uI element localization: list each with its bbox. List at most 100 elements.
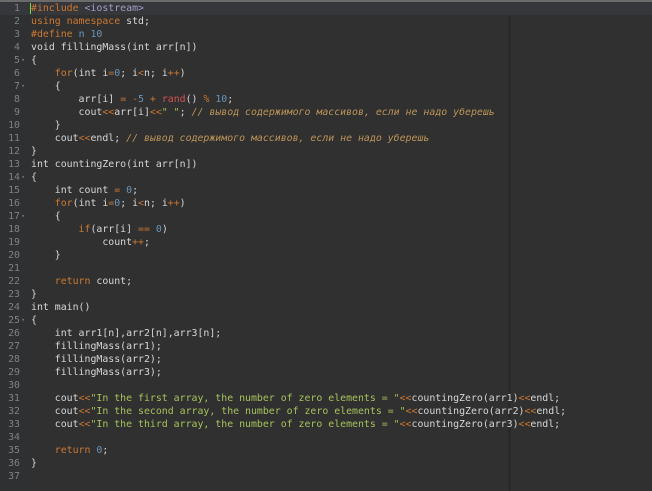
code-line[interactable]: 11 cout<<endl; // вывод содержимого масс…: [0, 132, 652, 145]
code-line[interactable]: 18 if(arr[i] == 0): [0, 223, 652, 236]
fold-arrow-icon[interactable]: ▾: [21, 314, 25, 327]
code-token: ++: [167, 198, 180, 209]
line-number: 6: [14, 68, 20, 79]
code-line[interactable]: 6 for(int i=0; i<n; i++): [0, 67, 652, 80]
code-token: countingZero(arr2): [417, 406, 525, 417]
code-token: +: [143, 94, 162, 105]
line-number: 12: [8, 146, 20, 157]
code-token: rand: [161, 94, 186, 105]
code-token: int arr1[n],arr2[n],arr3[n];: [31, 328, 222, 339]
code-token: =: [114, 185, 127, 196]
code-line[interactable]: 36}: [0, 457, 652, 470]
code-line[interactable]: 3 #define n 10: [0, 28, 652, 41]
code-line[interactable]: 16 for(int i=0; i<n; i++): [0, 197, 652, 210]
code-line[interactable]: 14 ▾ {: [0, 171, 652, 184]
code-line[interactable]: 17 ▾ {: [0, 210, 652, 223]
code-token: ;: [132, 185, 139, 196]
code-token: }: [31, 250, 61, 261]
line-number: 5: [14, 55, 20, 66]
code-line[interactable]: 24 int main(): [0, 301, 652, 314]
line-number: 37: [8, 471, 20, 482]
line-number: 35: [8, 445, 20, 456]
fold-arrow-icon[interactable]: ▾: [21, 171, 25, 184]
code-token: // вывод содержимого массивов, если не н…: [126, 133, 430, 144]
code-line[interactable]: 23}: [0, 288, 652, 301]
code-text: return 0;: [31, 444, 109, 457]
line-number: 18: [8, 224, 20, 235]
code-token: return: [31, 445, 97, 456]
code-text: }: [31, 119, 61, 132]
code-line[interactable]: 12}: [0, 145, 652, 158]
code-text: int countingZero(int arr[n]): [31, 158, 197, 171]
code-line[interactable]: 22 return count;: [0, 275, 652, 288]
code-line[interactable]: 21: [0, 262, 652, 275]
code-token: countingZero(arr3): [411, 419, 519, 430]
code-text: cout<<"In the third array, the number of…: [31, 418, 560, 431]
code-text: {: [31, 171, 37, 184]
code-token: <<: [399, 419, 412, 430]
line-number: 3: [14, 29, 20, 40]
code-token: n; i: [144, 68, 168, 79]
line-number: 24: [8, 302, 20, 313]
code-line[interactable]: 34: [0, 431, 652, 444]
code-line[interactable]: 4 void fillingMass(int arr[n]): [0, 41, 652, 54]
code-line[interactable]: 7 ▾ {: [0, 80, 652, 93]
code-editor[interactable]: 1 #include <iostream> 2 using namespace std…: [0, 2, 652, 483]
code-line[interactable]: 13 int countingZero(int arr[n]): [0, 158, 652, 171]
code-token: arr[i]: [31, 94, 121, 105]
code-line[interactable]: 10 }: [0, 119, 652, 132]
line-number: 28: [8, 354, 20, 365]
code-line[interactable]: 27 fillingMass(arr1);: [0, 340, 652, 353]
code-line[interactable]: 35 return 0;: [0, 444, 652, 457]
line-number: 2: [14, 16, 20, 27]
code-line[interactable]: 33 cout<<"In the third array, the number…: [0, 418, 652, 431]
code-token: std;: [126, 16, 150, 27]
code-token: {: [31, 55, 37, 66]
code-line[interactable]: 30: [0, 379, 652, 392]
fold-arrow-icon[interactable]: ▾: [21, 210, 25, 223]
line-number: 19: [8, 237, 20, 248]
line-number: 17: [8, 211, 20, 222]
code-token: 10: [215, 94, 228, 105]
code-token: }: [31, 289, 37, 300]
code-token: countingZero(arr1): [411, 393, 519, 404]
code-token: n 10: [78, 29, 103, 40]
code-token: endl;: [90, 133, 127, 144]
code-line[interactable]: 26 int arr1[n],arr2[n],arr3[n];: [0, 327, 652, 340]
code-text: }: [31, 249, 61, 262]
code-line[interactable]: 8 arr[i] = -5 + rand() % 10;: [0, 93, 652, 106]
code-line[interactable]: 32 cout<<"In the second array, the numbe…: [0, 405, 652, 418]
code-line[interactable]: 20 }: [0, 249, 652, 262]
code-text: fillingMass(arr1);: [31, 340, 162, 353]
code-token: cout: [31, 406, 79, 417]
code-line[interactable]: 9 cout<<arr[i]<<" "; // вывод содержимог…: [0, 106, 652, 119]
code-text: {: [31, 314, 37, 327]
code-token: <<: [405, 406, 418, 417]
code-line[interactable]: 28 fillingMass(arr2);: [0, 353, 652, 366]
code-line[interactable]: 1 #include <iostream>: [0, 2, 652, 15]
code-line[interactable]: 2 using namespace std;: [0, 15, 652, 28]
code-token: int main(): [31, 302, 91, 313]
code-line[interactable]: 5 ▾ {: [0, 54, 652, 67]
code-line[interactable]: 19 count++;: [0, 236, 652, 249]
code-line[interactable]: 31 cout<<"In the first array, the number…: [0, 392, 652, 405]
fold-arrow-icon[interactable]: ▾: [21, 54, 25, 67]
fold-arrow-icon[interactable]: ▾: [21, 80, 25, 93]
code-line[interactable]: 29 fillingMass(arr3);: [0, 366, 652, 379]
line-number: 29: [8, 367, 20, 378]
code-line[interactable]: 37: [0, 470, 652, 483]
line-number: 7: [14, 81, 20, 92]
code-text: if(arr[i] == 0): [31, 223, 168, 236]
code-token: "In the third array, the number of zero …: [90, 419, 400, 430]
code-text: }: [31, 288, 37, 301]
code-text: for(int i=0; i<n; i++): [31, 197, 186, 210]
code-token: return: [31, 276, 97, 287]
code-token: cout: [31, 133, 79, 144]
code-text: return count;: [31, 275, 132, 288]
code-token: <<: [78, 133, 91, 144]
code-token: <<: [399, 393, 412, 404]
code-line[interactable]: 15 int count = 0;: [0, 184, 652, 197]
code-token: " ": [161, 107, 180, 118]
code-line[interactable]: 25 ▾ {: [0, 314, 652, 327]
code-token: ): [179, 198, 186, 209]
